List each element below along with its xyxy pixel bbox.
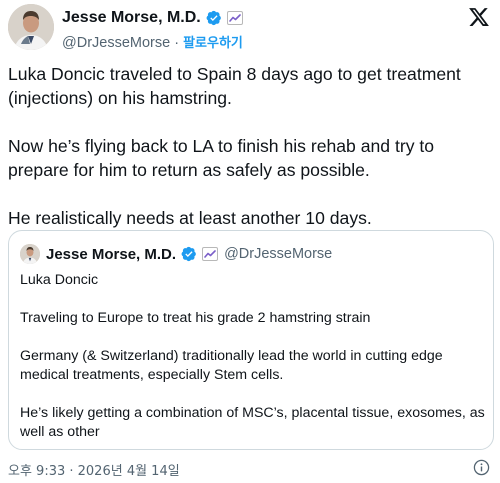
verified-badge-icon[interactable] (206, 10, 222, 26)
author-handle[interactable]: @DrJesseMorse (62, 35, 170, 51)
separator-dot: · (174, 35, 180, 51)
quoted-verified-badge-icon (181, 246, 196, 262)
follow-link[interactable]: 팔로우하기 (183, 36, 243, 51)
tweet-paragraph: Luka Doncic traveled to Spain 8 days ago… (8, 64, 461, 108)
author-name-row: Jesse Morse, M.D. (62, 8, 243, 28)
quoted-paragraph: Luka Doncic (20, 272, 99, 288)
tweet-paragraph: Now he’s flying back to LA to finish his… (8, 136, 435, 180)
quoted-author-handle: @DrJesseMorse (224, 246, 333, 262)
author-name[interactable]: Jesse Morse, M.D. (62, 9, 201, 27)
author-handle-row: @DrJesseMorse · 팔로우하기 (62, 32, 243, 51)
quoted-paragraph: Germany (& Switzerland) traditionally le… (20, 348, 443, 383)
tweet-card: Jesse Morse, M.D. @DrJesseMorse · 팔로우하기 … (0, 0, 500, 483)
author-avatar[interactable] (8, 4, 54, 50)
quoted-paragraph: Traveling to Europe to treat his grade 2… (20, 310, 371, 326)
affiliation-badge-icon[interactable] (226, 11, 243, 25)
tweet-text: Luka Doncic traveled to Spain 8 days ago… (8, 62, 494, 230)
quoted-avatar-image (20, 244, 40, 264)
quoted-paragraph: He’s likely getting a combination of MSC… (20, 405, 485, 440)
trend-line-icon (228, 13, 241, 22)
trend-line-icon (204, 249, 216, 258)
info-icon[interactable] (473, 459, 490, 476)
quoted-author-name: Jesse Morse, M.D. (46, 245, 177, 263)
tweet-timestamp[interactable]: 오후 9:33 · 2026년 4월 14일 (8, 460, 180, 479)
quoted-affiliation-badge-icon (202, 247, 219, 261)
quoted-tweet-text: Luka Doncic Traveling to Europe to treat… (20, 271, 486, 442)
tweet-header: Jesse Morse, M.D. @DrJesseMorse · 팔로우하기 (8, 4, 492, 51)
avatar-image (8, 4, 54, 50)
quoted-author-avatar (20, 244, 40, 264)
tweet-paragraph: He realistically needs at least another … (8, 208, 372, 228)
x-logo-icon[interactable] (468, 6, 490, 28)
quoted-tweet[interactable]: Jesse Morse, M.D. @DrJesseMorse Luka Don… (8, 230, 494, 450)
quoted-tweet-header: Jesse Morse, M.D. @DrJesseMorse (20, 244, 332, 264)
